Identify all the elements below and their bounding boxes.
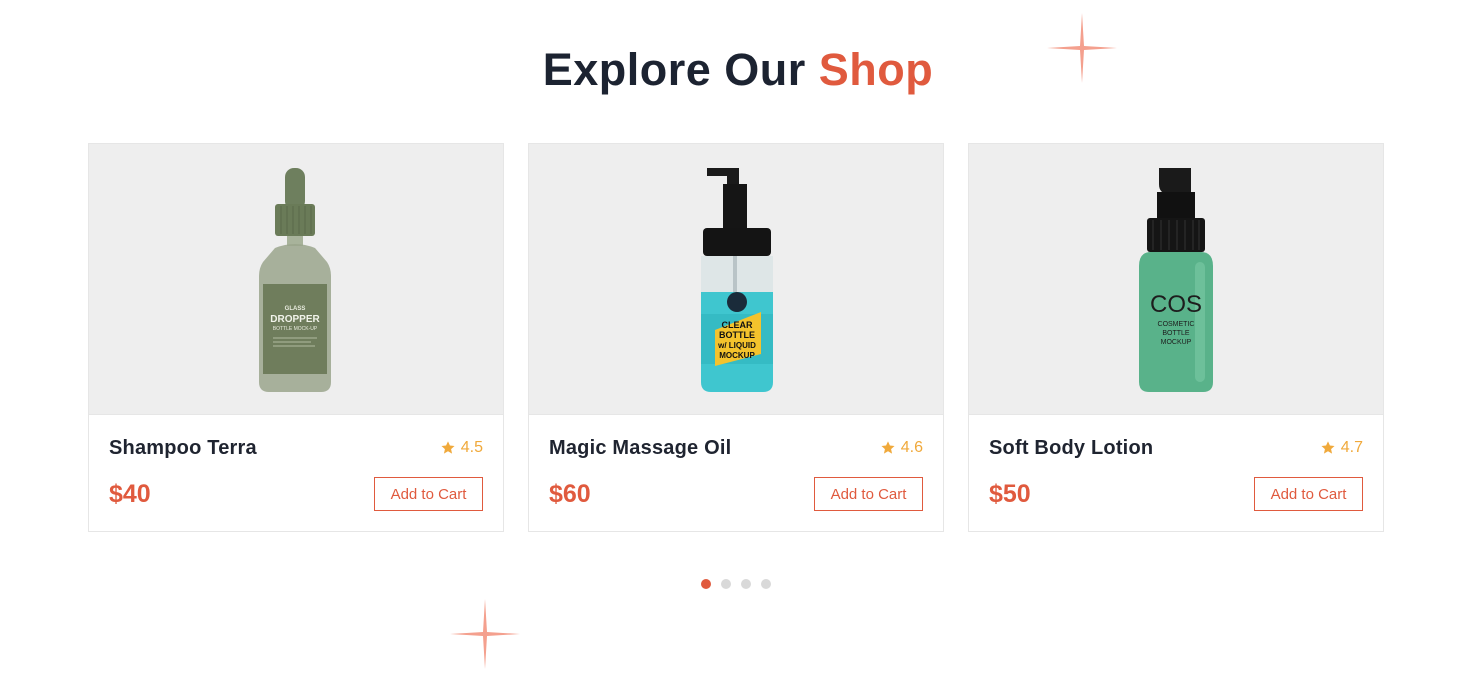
product-image[interactable]: COS COSMETIC BOTTLE MOCKUP bbox=[969, 144, 1383, 415]
svg-text:MOCKUP: MOCKUP bbox=[719, 351, 755, 360]
pump-bottle-icon: CLEAR BOTTLE w/ LIQUID MOCKUP bbox=[701, 168, 773, 392]
product-card[interactable]: GLASS DROPPER BOTTLE MOCK-UP Shampoo Ter… bbox=[88, 143, 504, 532]
svg-text:MOCKUP: MOCKUP bbox=[1161, 339, 1192, 346]
svg-text:CLEAR: CLEAR bbox=[722, 320, 753, 330]
product-image[interactable]: GLASS DROPPER BOTTLE MOCK-UP bbox=[89, 144, 503, 415]
product-name[interactable]: Magic Massage Oil bbox=[549, 437, 731, 460]
product-card[interactable]: COS COSMETIC BOTTLE MOCKUP Soft Body Lot… bbox=[968, 143, 1384, 532]
product-price: $40 bbox=[109, 480, 151, 508]
product-rating: 4.5 bbox=[440, 439, 483, 457]
star-icon bbox=[441, 441, 455, 454]
rating-value: 4.7 bbox=[1340, 439, 1363, 456]
product-rating: 4.6 bbox=[880, 439, 923, 457]
lotion-bottle-icon: COS COSMETIC BOTTLE MOCKUP bbox=[1139, 168, 1213, 392]
dropper-bottle-icon: GLASS DROPPER BOTTLE MOCK-UP bbox=[259, 168, 331, 392]
svg-text:w/ LIQUID: w/ LIQUID bbox=[717, 341, 756, 350]
carousel-pagination bbox=[701, 579, 771, 589]
carousel-dot-2[interactable] bbox=[721, 579, 731, 589]
svg-text:GLASS: GLASS bbox=[285, 306, 306, 312]
product-name[interactable]: Soft Body Lotion bbox=[989, 437, 1153, 460]
svg-text:BOTTLE: BOTTLE bbox=[1162, 330, 1190, 337]
product-rating: 4.7 bbox=[1320, 439, 1363, 457]
sparkle-icon bbox=[450, 599, 520, 669]
rating-value: 4.6 bbox=[900, 439, 923, 456]
product-image[interactable]: CLEAR BOTTLE w/ LIQUID MOCKUP bbox=[529, 144, 943, 415]
product-name[interactable]: Shampoo Terra bbox=[109, 437, 257, 460]
carousel-dot-3[interactable] bbox=[741, 579, 751, 589]
svg-text:DROPPER: DROPPER bbox=[270, 314, 320, 325]
carousel-dot-4[interactable] bbox=[761, 579, 771, 589]
svg-text:COSMETIC: COSMETIC bbox=[1158, 321, 1195, 328]
svg-text:BOTTLE: BOTTLE bbox=[719, 330, 755, 340]
carousel-dot-1[interactable] bbox=[701, 579, 711, 589]
title-accent: Shop bbox=[818, 44, 934, 95]
add-to-cart-button[interactable]: Add to Cart bbox=[374, 477, 483, 511]
svg-text:COS: COS bbox=[1150, 291, 1202, 318]
rating-value: 4.5 bbox=[460, 439, 483, 456]
star-icon bbox=[881, 441, 895, 454]
product-price: $60 bbox=[549, 480, 591, 508]
star-icon bbox=[1321, 441, 1335, 454]
add-to-cart-button[interactable]: Add to Cart bbox=[1254, 477, 1363, 511]
title-main: Explore Our bbox=[542, 44, 806, 95]
add-to-cart-button[interactable]: Add to Cart bbox=[814, 477, 923, 511]
product-price: $50 bbox=[989, 480, 1031, 508]
product-card[interactable]: CLEAR BOTTLE w/ LIQUID MOCKUP Magic Mass… bbox=[528, 143, 944, 532]
svg-text:BOTTLE MOCK-UP: BOTTLE MOCK-UP bbox=[273, 326, 318, 332]
section-title: Explore Our Shop bbox=[0, 44, 1476, 96]
